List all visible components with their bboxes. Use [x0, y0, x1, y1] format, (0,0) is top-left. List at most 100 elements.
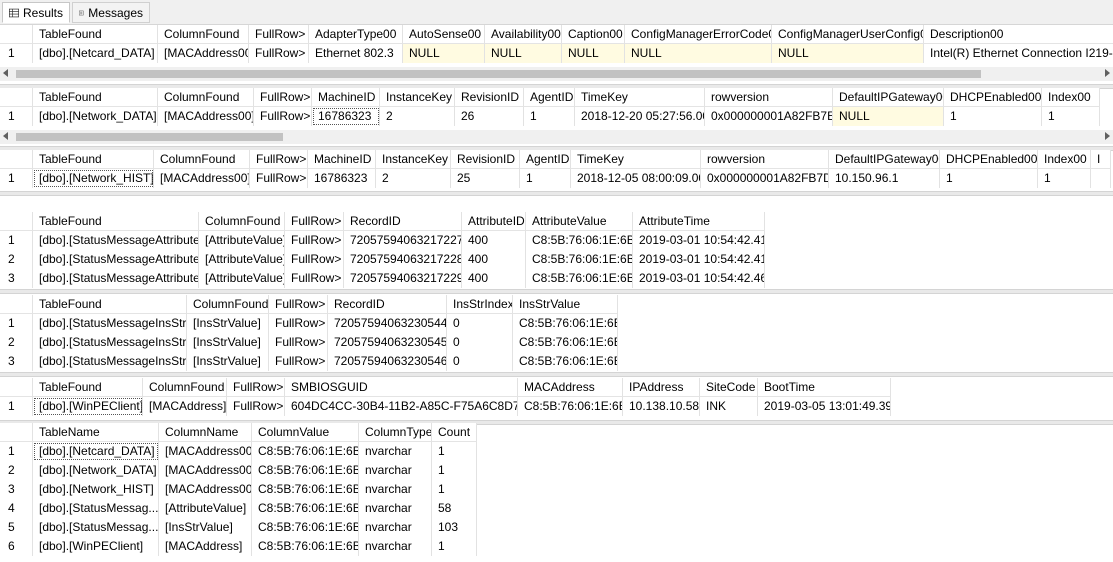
grid-cell[interactable]: 25	[451, 169, 520, 188]
grid-cell[interactable]: [dbo].[Network_DATA]	[33, 107, 158, 126]
row-number[interactable]: 4	[0, 499, 33, 518]
grid-cell[interactable]: 72057594063230545	[328, 333, 447, 352]
row-number-header[interactable]	[0, 295, 33, 314]
grid-cell[interactable]: [InsStrValue]	[187, 352, 269, 371]
grid-cell[interactable]: [dbo].[StatusMessageAttributes]	[33, 231, 199, 250]
row-number[interactable]: 6	[0, 537, 33, 556]
grid-cell[interactable]: 1	[432, 461, 477, 480]
column-header[interactable]: TableFound	[33, 212, 199, 231]
column-header[interactable]: DHCPEnabled00	[940, 150, 1038, 169]
grid-cell[interactable]: FullRow>	[285, 269, 344, 288]
grid-cell[interactable]: FullRow>	[254, 107, 312, 126]
row-number[interactable]: 1	[0, 397, 33, 416]
column-header[interactable]: TableName	[33, 423, 159, 442]
column-header[interactable]: AttributeTime	[633, 212, 765, 231]
grid-cell[interactable]: [MACAddress00]	[159, 461, 252, 480]
column-header[interactable]: DefaultIPGateway00	[829, 150, 940, 169]
scroll-left-arrow-icon[interactable]	[3, 132, 8, 140]
grid-cell[interactable]: 2019-03-05 13:01:49.397	[758, 397, 891, 416]
column-header[interactable]: MachineID	[312, 88, 380, 107]
grid-cell[interactable]: FullRow>	[227, 397, 285, 416]
grid-cell[interactable]: [dbo].[Netcard_DATA]	[33, 44, 158, 63]
horizontal-scrollbar[interactable]	[0, 67, 1113, 81]
grid-cell[interactable]: 72057594063217228	[344, 250, 462, 269]
grid-cell[interactable]: 604DC4CC-30B4-11B2-A85C-F75A6C8D75F8	[285, 397, 518, 416]
grid-splitter[interactable]	[0, 289, 1113, 294]
grid-cell[interactable]: [MACAddress00]	[159, 480, 252, 499]
grid-cell[interactable]: 2	[380, 107, 455, 126]
column-header[interactable]: TableFound	[33, 295, 187, 314]
column-header[interactable]: InstanceKey	[376, 150, 451, 169]
grid-cell[interactable]: C8:5B:76:06:1E:6B	[252, 518, 359, 537]
row-number[interactable]: 1	[0, 169, 33, 188]
column-header[interactable]: ColumnFound	[187, 295, 269, 314]
grid-cell[interactable]: FullRow>	[269, 314, 328, 333]
column-header[interactable]: TableFound	[33, 88, 158, 107]
column-header[interactable]: TableFound	[33, 378, 143, 397]
grid-cell[interactable]: 0	[447, 333, 513, 352]
row-number[interactable]: 1	[0, 442, 33, 461]
column-header[interactable]: DHCPEnabled00	[944, 88, 1042, 107]
column-header[interactable]: AdapterType00	[309, 25, 403, 44]
scroll-right-arrow-icon[interactable]	[1105, 69, 1110, 77]
column-header[interactable]: DefaultIPGateway00	[833, 88, 944, 107]
grid-cell[interactable]: [AttributeValue]	[199, 231, 285, 250]
grid-cell[interactable]: 72057594063217227	[344, 231, 462, 250]
grid-cell[interactable]: [dbo].[Network_HIST]	[33, 480, 159, 499]
grid-cell[interactable]: C8:5B:76:06:1E:6B	[252, 537, 359, 556]
tab-results[interactable]: Results	[2, 2, 70, 23]
column-header[interactable]: IPAddress	[623, 378, 700, 397]
grid-cell[interactable]: 2	[376, 169, 451, 188]
column-header[interactable]: AttributeID	[462, 212, 526, 231]
grid-cell[interactable]: C8:5B:76:06:1E:6B	[513, 314, 618, 333]
row-number[interactable]: 2	[0, 250, 33, 269]
column-header[interactable]: FullRow>	[254, 88, 312, 107]
column-header[interactable]: AgentID	[524, 88, 575, 107]
grid-cell[interactable]: Intel(R) Ethernet Connection I219-LM	[924, 44, 1113, 63]
grid-cell[interactable]: 26	[455, 107, 524, 126]
column-header[interactable]: RevisionID	[451, 150, 520, 169]
grid-cell[interactable]: 1	[432, 480, 477, 499]
column-header[interactable]: InsStrValue	[513, 295, 618, 314]
grid-cell[interactable]: [dbo].[StatusMessag...	[33, 518, 159, 537]
row-number-header[interactable]	[0, 423, 33, 442]
grid-cell[interactable]: C8:5B:76:06:1E:6B	[526, 269, 633, 288]
grid-cell[interactable]: FullRow>	[285, 250, 344, 269]
grid-cell[interactable]: [dbo].[Network_DATA]	[33, 461, 159, 480]
grid-cell[interactable]: NULL	[562, 44, 625, 63]
row-number-header[interactable]	[0, 150, 33, 169]
grid-cell[interactable]: nvarchar	[359, 499, 432, 518]
column-header[interactable]: FullRow>	[249, 25, 309, 44]
column-header[interactable]: TableFound	[33, 150, 154, 169]
grid-cell[interactable]: 1	[944, 107, 1042, 126]
horizontal-scrollbar[interactable]	[0, 130, 1113, 144]
row-number[interactable]: 3	[0, 480, 33, 499]
column-header[interactable]: ColumnFound	[143, 378, 227, 397]
column-header[interactable]: ConfigManagerUserConfig00	[772, 25, 924, 44]
grid-cell[interactable]: 0x000000001A82FB7D	[701, 169, 829, 188]
grid-cell[interactable]: 103	[432, 518, 477, 537]
grid-cell[interactable]: NULL	[833, 107, 944, 126]
column-header[interactable]: rowversion	[705, 88, 833, 107]
grid-cell[interactable]: [AttributeValue]	[199, 250, 285, 269]
column-header[interactable]: TimeKey	[575, 88, 705, 107]
row-number-header[interactable]	[0, 212, 33, 231]
column-header[interactable]: ColumnFound	[199, 212, 285, 231]
column-header[interactable]: Caption00	[562, 25, 625, 44]
grid-cell[interactable]: C8:5B:76:06:1E:6B	[526, 250, 633, 269]
scroll-left-arrow-icon[interactable]	[3, 69, 8, 77]
grid-cell[interactable]: FullRow>	[250, 169, 308, 188]
row-number[interactable]: 1	[0, 107, 33, 126]
grid-cell[interactable]: 72057594063217229	[344, 269, 462, 288]
column-header[interactable]: ColumnName	[159, 423, 252, 442]
grid-cell[interactable]: 2019-03-01 10:54:42.460	[633, 269, 765, 288]
grid-cell[interactable]: [MACAddress]	[143, 397, 227, 416]
grid-cell[interactable]: [MACAddress00]	[159, 442, 252, 461]
row-number[interactable]: 1	[0, 231, 33, 250]
grid-cell[interactable]: C8:5B:76:06:1E:6B	[513, 352, 618, 371]
row-number[interactable]: 5	[0, 518, 33, 537]
grid-cell[interactable]: [dbo].[WinPEClient]	[33, 397, 143, 416]
grid-cell[interactable]: 400	[462, 231, 526, 250]
grid-cell[interactable]: [AttributeValue]	[199, 269, 285, 288]
column-header[interactable]: AttributeValue	[526, 212, 633, 231]
